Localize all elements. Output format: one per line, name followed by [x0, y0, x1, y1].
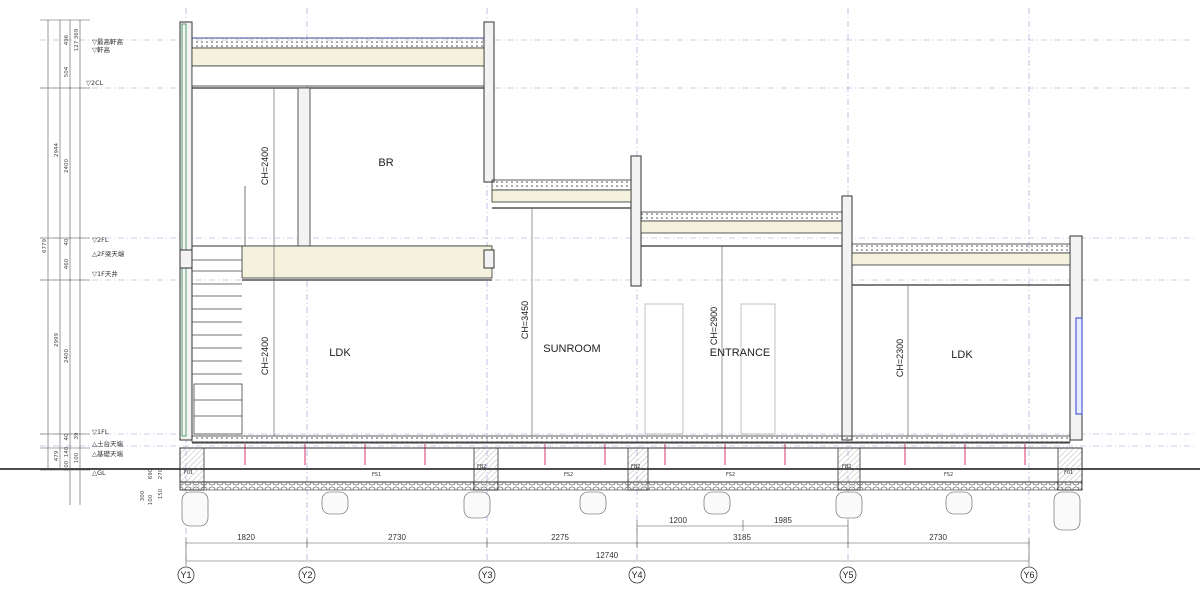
vdim-inner: 496 [64, 34, 70, 45]
ceiling-height-br: CH=2400 [260, 147, 270, 185]
footing-tag: FS2 [564, 472, 573, 478]
vdim-fine: 127 [74, 40, 80, 51]
vdim-lower: 150 [158, 488, 164, 499]
footing-tag: FB2 [842, 464, 852, 470]
grid-label: Y5 [842, 570, 853, 580]
footing-tag: FS2 [944, 472, 953, 478]
staircase [192, 259, 243, 435]
vdim-fine: 369 [74, 28, 80, 39]
vdim-inner: 460 [64, 258, 70, 269]
span-dim: 2730 [929, 533, 947, 542]
ceiling-height-sunroom: CH=3450 [520, 301, 530, 339]
grid-label: Y6 [1023, 570, 1034, 580]
level-1fl: ▽1FL [92, 428, 109, 436]
vdim-lower: 300 [140, 490, 146, 501]
ceiling-height-ldk-right: CH=2300 [895, 339, 905, 377]
vdim-fine: 39 [74, 432, 80, 439]
room-label-sunroom: SUNROOM [543, 343, 600, 355]
vdim-mid: 2944 [54, 143, 60, 157]
level-2fl: ▽2FL [92, 236, 109, 244]
vdim-inner: 2400 [64, 349, 70, 363]
grid-label: Y2 [301, 570, 312, 580]
level-gl: △GL [92, 469, 106, 477]
span-dim: 3185 [733, 533, 751, 542]
footing-tag: FS1 [372, 472, 381, 478]
grid-label: Y1 [180, 570, 191, 580]
vdim-lower: 270 [158, 468, 164, 479]
vdim-outer: 6779 [42, 239, 48, 253]
room-label-br: BR [378, 157, 393, 169]
vdim-fine: 100 [74, 452, 80, 463]
level-sill: △土台天端 [92, 439, 123, 448]
foundation [179, 447, 1083, 531]
horizontal-dimensions: 1200 1985 1820 2730 2275 3185 2730 12740 [237, 516, 947, 560]
footing-tag: F01 [184, 470, 193, 476]
right-ldk-block [851, 235, 1083, 441]
footing-tag: FS2 [726, 472, 735, 478]
span-dim: 2275 [551, 533, 569, 542]
grid-label: Y3 [481, 570, 492, 580]
room-label-ldk-right: LDK [951, 349, 973, 361]
ceiling-height-entrance: CH=2900 [709, 307, 719, 345]
level-foundation: △基礎天端 [92, 449, 123, 458]
room-label-ldk: LDK [329, 347, 351, 359]
entrance-block [640, 195, 853, 441]
span-dim: 1985 [774, 516, 792, 525]
total-dim: 12740 [596, 551, 619, 560]
vdim-inner: 40 [64, 238, 70, 245]
section-drawing: F01 FS1 FB2 FS2 FB2 FS2 FB2 FS2 F01 BR L… [0, 8, 1200, 584]
span-dim: 1820 [237, 533, 255, 542]
room-label-entrance: ENTRANCE [710, 347, 771, 359]
level-markers: ▽最高軒高 ▽軒高 ▽2CL ▽2FL △2F梁天端 ▽1F天井 ▽1FL △土… [86, 37, 125, 477]
ground-floor-slab [191, 435, 1071, 444]
ceiling-height-ldk: CH=2400 [260, 337, 270, 375]
level-eave: ▽軒高 [92, 45, 110, 54]
vdim-lower: 100 [148, 494, 154, 505]
footing-tag: FB2 [477, 464, 487, 470]
vdim-mid: 2999 [54, 333, 60, 347]
vdim-inner: 140 [64, 446, 70, 457]
vdim-lower: 690 [148, 468, 154, 479]
level-2f-beam: △2F梁天端 [92, 249, 125, 258]
level-max-eave: ▽最高軒高 [92, 37, 123, 46]
grid-label: Y4 [631, 570, 642, 580]
footing-tag: F01 [1064, 470, 1073, 476]
level-2cl: ▽2CL [86, 79, 104, 87]
level-1f-ceiling: ▽1F天井 [92, 269, 118, 278]
span-dim: 1200 [669, 516, 687, 525]
two-storey-block [179, 21, 495, 441]
grid-labels: Y1 Y2 Y3 Y4 Y5 Y6 [180, 570, 1034, 580]
vdim-mid: 479 [54, 450, 60, 461]
vdim-inner: 300 [64, 460, 70, 471]
sunroom-block [491, 155, 642, 436]
vdim-inner: 504 [64, 66, 70, 77]
footing-tag: FB2 [631, 464, 641, 470]
vdim-inner: 2400 [64, 159, 70, 173]
vdim-inner: 40 [64, 433, 70, 440]
span-dim: 2730 [388, 533, 406, 542]
